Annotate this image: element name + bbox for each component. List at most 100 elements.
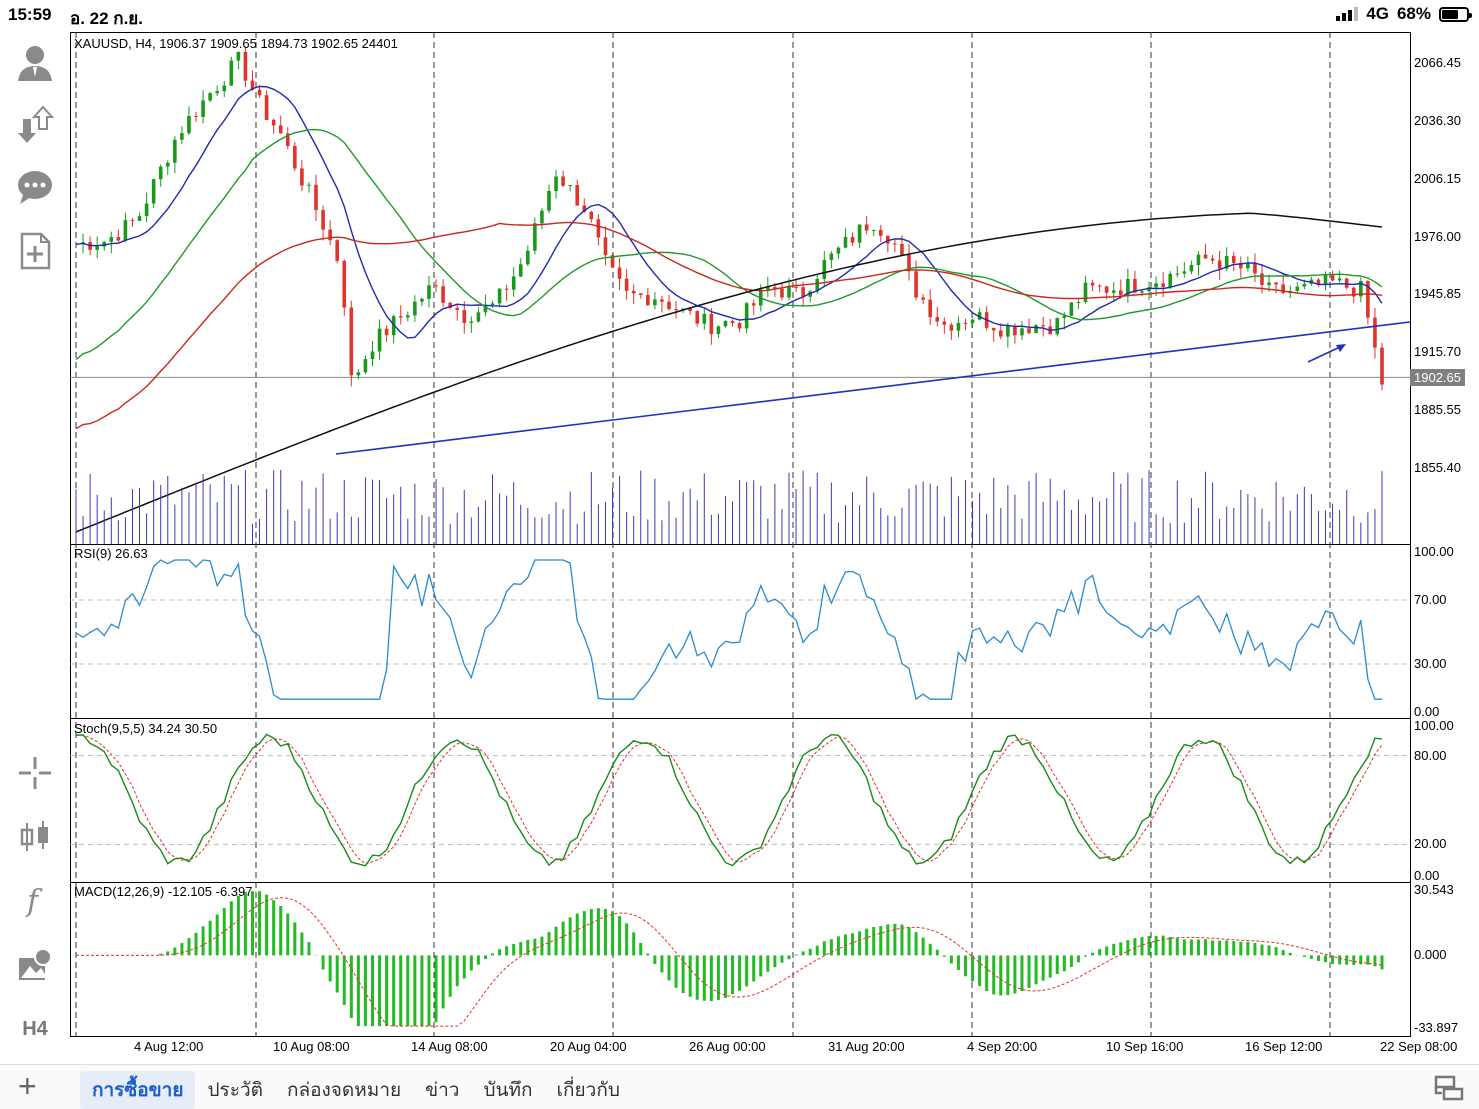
candle-body (1069, 302, 1074, 316)
tab-4[interactable]: บันทึก (471, 1071, 544, 1109)
macd-label: MACD(12,26,9) -12.105 -6.397 (74, 884, 253, 899)
candle-body (1253, 262, 1257, 274)
candle-body (137, 216, 142, 221)
candle-body (935, 317, 940, 322)
candle-body (144, 203, 149, 217)
candle-body (1161, 283, 1165, 287)
chat-icon[interactable] (12, 164, 58, 210)
tab-2[interactable]: กล่องจดหมาย (275, 1071, 413, 1109)
candle-body (540, 210, 544, 224)
candle-body (158, 166, 163, 180)
candle-body (1055, 317, 1060, 335)
candle-body (674, 309, 678, 311)
candle-body (462, 310, 467, 323)
candle-body (1203, 254, 1208, 259)
candle-body (321, 210, 325, 230)
candle-body (222, 85, 227, 92)
candle-body (109, 237, 114, 242)
candle-body (744, 303, 749, 329)
candle-body (123, 220, 128, 241)
trade-icon[interactable] (12, 102, 58, 148)
tab-0[interactable]: การซื้อขาย (80, 1071, 196, 1109)
bottom-tab-bar: + การซื้อขาย ประวัติ กล่องจดหมาย ข่าว บันทึก… (0, 1064, 1479, 1109)
time-tick: 4 Sep 20:00 (967, 1039, 1038, 1054)
candle-body (476, 312, 481, 322)
price-tick: 2006.15 (1414, 170, 1461, 186)
candle-body (963, 322, 968, 324)
layout-icon[interactable] (1433, 1071, 1465, 1103)
date: อ. 22 ก.ย. (70, 9, 143, 28)
candle-body (864, 224, 869, 231)
candle-body (526, 250, 530, 265)
candle-body (180, 133, 184, 140)
candle-body (751, 303, 756, 306)
candle-body (236, 52, 241, 61)
time-tick: 16 Sep 12:00 (1245, 1039, 1323, 1054)
tab-list: การซื้อขาย ประวัติ กล่องจดหมาย ข่าว บันทึก เก… (80, 1071, 632, 1109)
candle-body (328, 229, 332, 241)
price-tick: 2066.45 (1414, 55, 1461, 70)
macd-tick: -33.897 (1414, 1020, 1459, 1035)
crosshair-icon[interactable] (12, 750, 58, 796)
candle-body (1323, 274, 1328, 285)
candle-body (646, 295, 650, 306)
candle-body (1260, 273, 1264, 285)
candle-body (998, 330, 1003, 337)
candle-body (1217, 260, 1222, 269)
add-icon[interactable]: + (18, 1070, 37, 1102)
ma-long-line (75, 212, 1383, 533)
candle-body (1154, 283, 1158, 288)
candle-body (264, 95, 269, 120)
timeframe-button[interactable]: H4 (12, 1006, 58, 1052)
candle-body (187, 115, 191, 134)
stoch-label: Stoch(9,5,5) 34.24 30.50 (74, 721, 218, 736)
account-icon[interactable] (12, 40, 58, 86)
candle-body (1373, 317, 1377, 348)
objects-icon[interactable] (12, 942, 58, 988)
candle-body (1119, 290, 1123, 296)
candle-body (215, 91, 219, 94)
candles-icon[interactable] (12, 814, 58, 860)
price-tick: 1885.55 (1414, 402, 1461, 418)
candle-body (490, 303, 495, 305)
candle-body (1231, 255, 1236, 263)
candle-body (554, 176, 558, 192)
tab-3[interactable]: ข่าว (413, 1071, 471, 1109)
candle-body (561, 176, 565, 186)
candle-body (377, 328, 382, 352)
candle-body (1302, 283, 1307, 287)
candle-body (497, 288, 502, 304)
time-tick: 10 Aug 08:00 (273, 1039, 350, 1054)
chart-canvas[interactable] (70, 32, 1479, 1062)
candle-body (991, 327, 996, 331)
indicator-icon[interactable]: f (12, 878, 58, 924)
candle-body (603, 237, 608, 256)
candle-body (653, 299, 657, 306)
chart-area[interactable]: XAUUSD, H4, 1906.37 1909.65 1894.73 1902… (70, 32, 1479, 1062)
candle-body (1041, 325, 1045, 327)
candle-body (130, 220, 135, 222)
tab-5[interactable]: เกี่ยวกับ (545, 1071, 632, 1109)
candle-body (900, 244, 904, 255)
candle-body (405, 315, 410, 318)
candle-body (314, 184, 318, 211)
candle-body (660, 299, 664, 302)
candle-body (293, 145, 297, 169)
symbol-info: XAUUSD, H4, 1906.37 1909.65 1894.73 1902… (74, 36, 398, 51)
tab-1[interactable]: ประวัติ (195, 1071, 274, 1109)
price-tick: 1915.70 (1414, 344, 1461, 360)
candle-body (780, 288, 784, 298)
candle-body (1076, 302, 1081, 304)
candle-body (1337, 278, 1342, 281)
candle-body (857, 224, 862, 243)
stoch-main-line (75, 733, 1383, 867)
candle-body (667, 301, 671, 310)
candle-body (504, 288, 509, 290)
candle-body (589, 211, 594, 220)
candle-body (194, 115, 198, 117)
rsi-line (75, 559, 1382, 701)
new-doc-icon[interactable] (12, 228, 58, 274)
candle-body (716, 326, 721, 334)
candle-body (356, 372, 361, 376)
price-tick: 1855.40 (1414, 460, 1461, 475)
